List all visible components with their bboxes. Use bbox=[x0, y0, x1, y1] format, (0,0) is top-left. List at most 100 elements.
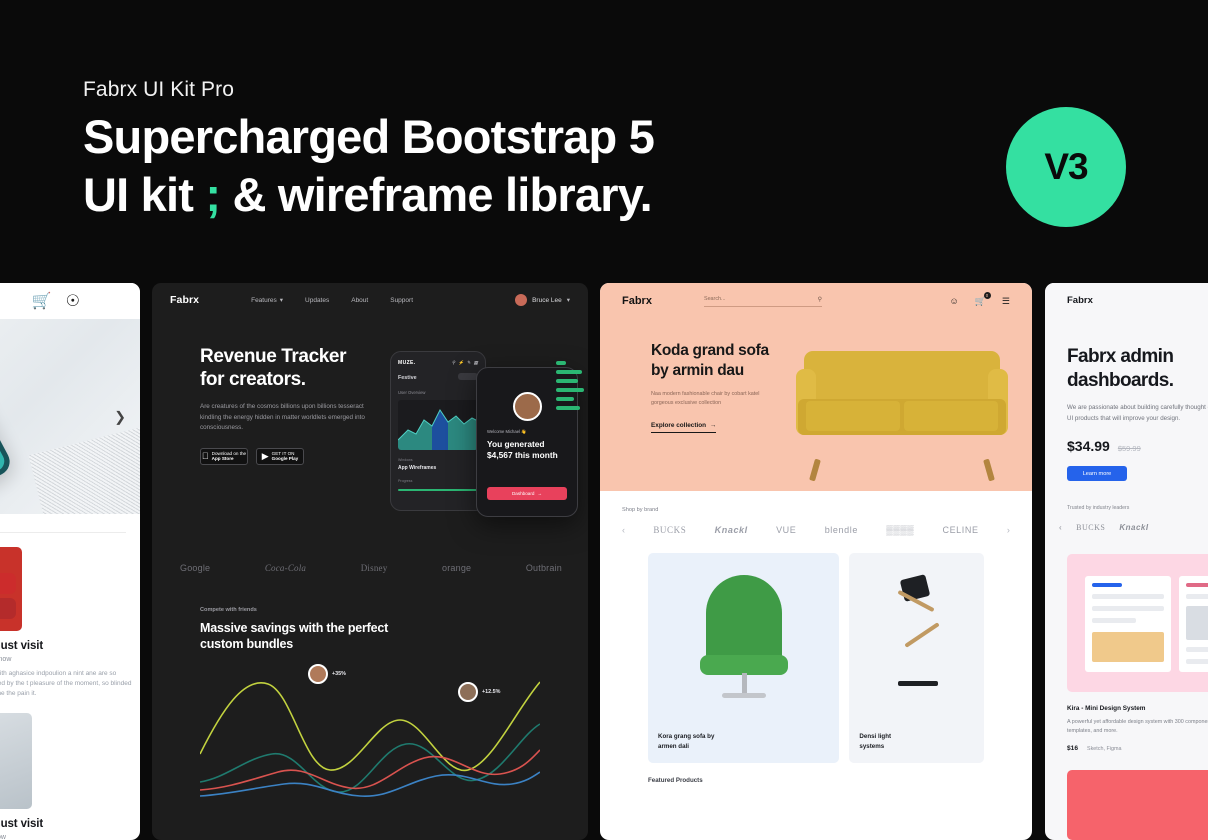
price-group: $34.99 $59.99 bbox=[1067, 438, 1208, 454]
headline-semicolon: ; bbox=[205, 168, 221, 221]
poster-canvas: Fabrx UI Kit Pro Supercharged Bootstrap … bbox=[0, 0, 1208, 840]
version-badge: V3 bbox=[1006, 107, 1126, 227]
avatar bbox=[515, 294, 528, 306]
nav-menu: Features ▾ Updates About Support bbox=[251, 296, 413, 305]
app-list-value: App Wireframes bbox=[398, 465, 437, 471]
product-card-chair[interactable]: Kora grang sofa by armen dali bbox=[648, 553, 840, 763]
card4-title: Fabrx admin dashboards. bbox=[1067, 346, 1174, 391]
arrow-right-icon: → bbox=[537, 491, 543, 496]
product-tools: Sketch, Figma bbox=[1087, 745, 1122, 752]
user-menu[interactable]: Bruce Lee ▾ bbox=[515, 294, 570, 306]
search-icon: ⚲ bbox=[451, 360, 456, 365]
eyebrow-text: Fabrx UI Kit Pro bbox=[83, 78, 234, 101]
post-meta: Jaman Finsatan Just now bbox=[0, 656, 12, 663]
product-preview-image bbox=[1067, 554, 1208, 692]
card2-navbar: Fabrx Features ▾ Updates About Support Br… bbox=[152, 283, 588, 317]
brand-bucks: BUCKS bbox=[653, 525, 687, 535]
brand-unknown: ▒▒▒▒ bbox=[886, 525, 915, 535]
cart-icon[interactable]: 🛒 bbox=[32, 291, 52, 311]
card4-paragraph: We are passionate about building careful… bbox=[1067, 404, 1208, 422]
dashboard-button[interactable]: Dashboard → bbox=[487, 487, 567, 500]
brand-logo[interactable]: Fabrx bbox=[622, 295, 652, 307]
brand-knacki: KnackI bbox=[1119, 523, 1149, 532]
logo-disney: Disney bbox=[360, 563, 388, 573]
brand-blendle: blendle bbox=[824, 525, 858, 535]
bell-icon[interactable]: ☉ bbox=[66, 291, 80, 311]
explore-collection-link[interactable]: Explore collection → bbox=[651, 422, 717, 433]
carousel-next-icon[interactable]: › bbox=[1007, 525, 1010, 535]
grid-icon: ▦ bbox=[473, 360, 478, 365]
welcome-text: Welcome Michael 👋 bbox=[487, 429, 527, 434]
search-icon: ⚲ bbox=[817, 296, 822, 303]
preview-card-mobile-blog[interactable]: 🛒 ☉ ❯ Общение bbox=[0, 283, 140, 840]
page-title: Supercharged Bootstrap 5 UI kit ; & wire… bbox=[83, 108, 655, 224]
preview-card-dark-landing[interactable]: Fabrx Features ▾ Updates About Support Br… bbox=[152, 283, 588, 840]
generated-amount: You generated $4,567 this month bbox=[487, 439, 558, 460]
chat-icon: ✎ bbox=[466, 360, 471, 365]
client-logos: Google Coca-Cola Disney orange Outbrain bbox=[152, 547, 588, 573]
product-card-lamp[interactable]: Densi light systems bbox=[849, 553, 984, 763]
app-store-button[interactable]:  Download on theApp Store bbox=[200, 447, 248, 465]
chevron-right-icon[interactable]: ❯ bbox=[114, 408, 126, 425]
next-preview-block bbox=[1067, 770, 1208, 840]
menu-icon[interactable]: ☰ bbox=[1002, 296, 1010, 307]
search-input[interactable]: Search... ⚲ bbox=[703, 296, 822, 307]
headline-line-1: Supercharged Bootstrap 5 bbox=[83, 110, 655, 163]
phone-back: MUZE. ⚲ ⚡ ✎ ▦ Festive User Overview Wind… bbox=[390, 351, 486, 511]
brand-logo[interactable]: Fabrx bbox=[170, 294, 199, 306]
user-icon[interactable]: ☺ bbox=[950, 296, 959, 306]
brand-vue: VUE bbox=[776, 525, 797, 535]
card3-paragraph: Naa modern fashionable chair by cobart k… bbox=[651, 391, 760, 406]
hero-section: Fabrx UI Kit Pro Supercharged Bootstrap … bbox=[0, 0, 1208, 280]
avatar bbox=[512, 392, 542, 421]
chart-svg bbox=[199, 681, 541, 797]
app-brand: MUZE. bbox=[398, 360, 416, 366]
carousel-prev-icon[interactable]: ‹ bbox=[1059, 523, 1062, 532]
list-item[interactable]: aches you must visit Jaman Finstar Just … bbox=[0, 699, 140, 840]
post-meta: Jaman Finstar Just now bbox=[0, 834, 6, 840]
product-title: Kira - Mini Design System bbox=[1067, 705, 1146, 712]
post-thumbnail bbox=[0, 713, 32, 809]
chart-marker: +12.5% bbox=[458, 682, 500, 702]
apple-icon:  bbox=[202, 451, 209, 461]
learn-more-button[interactable]: Learn more bbox=[1067, 466, 1127, 481]
arrow-right-icon: → bbox=[710, 422, 717, 429]
card2-hero: Revenue Tracker for creators. Are creatu… bbox=[152, 317, 588, 547]
preview-card-ecommerce[interactable]: Fabrx Search... ⚲ ☺ 🛒 0 ☰ Koda grand sof… bbox=[600, 283, 1032, 840]
card1-hero-image: ❯ bbox=[0, 319, 140, 514]
post-title: aches you must visit bbox=[0, 640, 44, 652]
sofa-illustration bbox=[796, 351, 1008, 482]
user-name: Bruce Lee bbox=[532, 296, 562, 304]
avatar bbox=[308, 664, 328, 684]
card2-band: Compete with friends Massive savings wit… bbox=[152, 589, 588, 798]
dashboard-thumb bbox=[1085, 576, 1171, 672]
progress-bar bbox=[398, 489, 478, 491]
card3-icon-group: ☺ 🛒 0 ☰ bbox=[950, 291, 1010, 307]
chart-marker: +35% bbox=[308, 664, 346, 684]
nav-item-about[interactable]: About bbox=[351, 296, 368, 304]
price-current: $34.99 bbox=[1067, 438, 1110, 454]
multiline-chart: +35% +12.5% bbox=[199, 658, 541, 798]
area-chart-svg bbox=[398, 409, 478, 450]
list-item[interactable]: Общение aches you must visit Jaman Finsa… bbox=[0, 533, 140, 699]
brand-logo[interactable]: Fabrx bbox=[1067, 295, 1093, 306]
card2-paragraph: Are creatures of the cosmos billions upo… bbox=[200, 403, 365, 431]
price-original: $59.99 bbox=[1117, 444, 1141, 453]
google-play-button[interactable]: ▶ GET IT ON Google Play bbox=[256, 447, 304, 465]
brand-bucks: BUCKS bbox=[1076, 523, 1106, 532]
post-thumbnail: Общение bbox=[0, 547, 22, 631]
post-title: aches you must visit bbox=[0, 818, 44, 830]
nav-item-updates[interactable]: Updates bbox=[305, 296, 329, 304]
logo-orange: orange bbox=[442, 563, 472, 573]
brand-strip: Shop by brand ‹ BUCKS KnackI VUE blendle… bbox=[600, 491, 1032, 535]
cart-badge: 0 bbox=[983, 291, 991, 299]
app-chip[interactable] bbox=[458, 373, 478, 380]
carousel-prev-icon[interactable]: ‹ bbox=[622, 525, 625, 535]
nav-item-support[interactable]: Support bbox=[390, 296, 413, 304]
card1-icon-group: 🛒 ☉ bbox=[32, 291, 80, 311]
preview-card-admin[interactable]: Fabrx Fabrx admin dashboards. We are pas… bbox=[1045, 283, 1208, 840]
logo-outbrain: Outbrain bbox=[525, 563, 562, 573]
chevron-down-icon: ▾ bbox=[279, 297, 284, 304]
card1-topbar: 🛒 ☉ bbox=[0, 283, 140, 319]
nav-item-features[interactable]: Features ▾ bbox=[251, 296, 284, 305]
